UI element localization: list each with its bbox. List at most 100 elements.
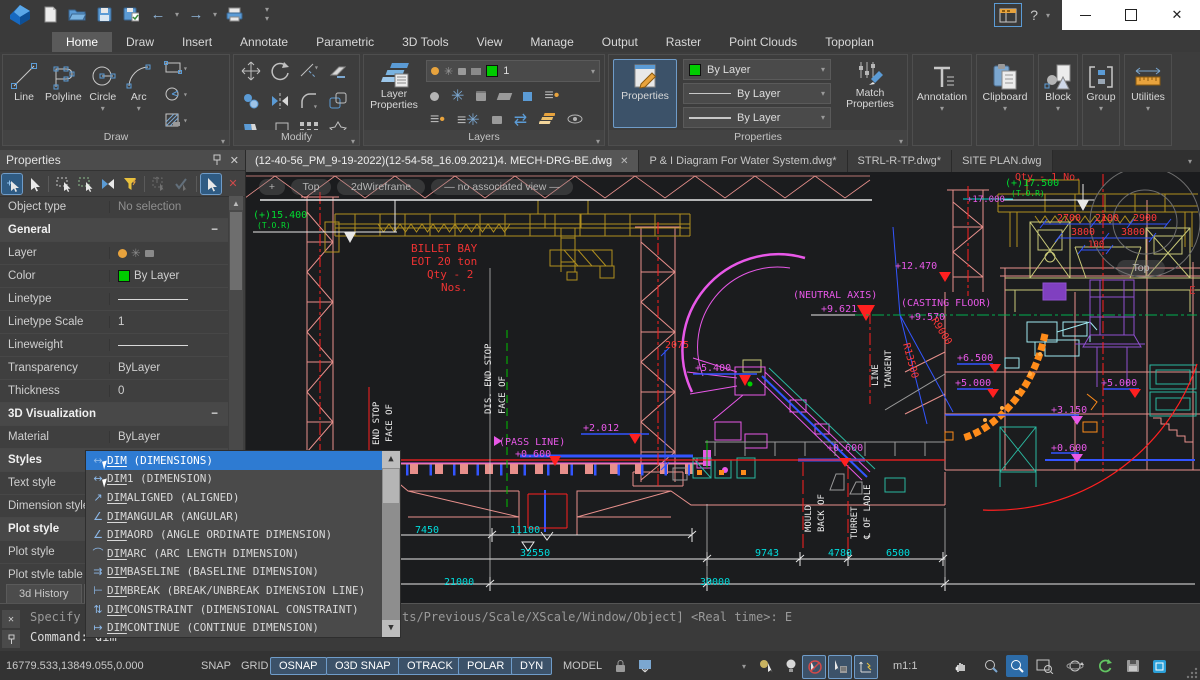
ribbon-panel-annotation[interactable]: Annotation▾: [912, 54, 972, 146]
circle-dropdown-icon[interactable]: ▾: [101, 104, 105, 113]
ribbon-tab-raster[interactable]: Raster: [652, 32, 715, 52]
layer-merge-icon[interactable]: [539, 111, 555, 129]
qat-customize-icon[interactable]: ▾▾: [265, 5, 269, 23]
property-row-transparency[interactable]: TransparencyByLayer: [0, 357, 228, 380]
circle-tool-button[interactable]: Circle ▾: [88, 61, 118, 132]
properties-panel-footer[interactable]: Properties▾: [609, 130, 907, 145]
ribbon-tab-annotate[interactable]: Annotate: [226, 32, 302, 52]
draw-panel-footer[interactable]: Draw▾: [3, 130, 229, 145]
view-pill-[interactable]: +: [259, 179, 285, 195]
layer-unlock-icon[interactable]: [492, 116, 502, 124]
trim-tool-icon[interactable]: ▾: [298, 60, 324, 87]
move-tool-icon[interactable]: [240, 60, 266, 87]
maximize-button[interactable]: [1108, 0, 1154, 30]
status-toggle-otrack[interactable]: OTRACK: [398, 651, 462, 680]
linetype-combo[interactable]: By Layer▾: [683, 83, 831, 104]
layer-select-combo[interactable]: ✳ 1 ▾: [426, 60, 600, 82]
ribbon-tab-draw[interactable]: Draw: [112, 32, 168, 52]
sync-selection-button[interactable]: [149, 174, 169, 194]
ac-scroll-up-icon[interactable]: ▲: [382, 451, 400, 468]
layer-isolate-icon[interactable]: [497, 93, 513, 100]
save-as-icon[interactable]: [121, 4, 141, 24]
property-row-color[interactable]: ColorBy Layer: [0, 265, 228, 288]
ribbon-panel-utilities[interactable]: Utilities▾: [1124, 54, 1172, 146]
ribbon-tab-home[interactable]: Home: [52, 32, 112, 52]
view-pill-top[interactable]: Top: [291, 179, 331, 195]
ribbon-tab-3d-tools[interactable]: 3D Tools: [388, 32, 462, 52]
status-toggle-dyn[interactable]: DYN: [511, 651, 552, 680]
autocomplete-item[interactable]: ⊢DIMBREAK (BREAK/UNBREAK DIMENSION LINE): [86, 581, 382, 600]
property-row-general[interactable]: General−: [0, 219, 228, 242]
apply-selection-button[interactable]: [171, 174, 191, 194]
arc-dropdown-icon[interactable]: ▾: [137, 104, 141, 113]
document-tab[interactable]: STRL-R-TP.dwg*: [848, 150, 953, 172]
undo-dropdown-icon[interactable]: ▾: [175, 10, 179, 19]
ribbon-tab-topoplan[interactable]: Topoplan: [811, 32, 888, 52]
polyline-tool-button[interactable]: Polyline: [45, 61, 82, 132]
quad-cursor-icon[interactable]: [828, 655, 852, 679]
property-value[interactable]: [110, 345, 228, 346]
layer-properties-button[interactable]: Layer Properties: [368, 60, 420, 130]
autocomplete-item[interactable]: ⇉DIMBASELINE (BASELINE DIMENSION): [86, 563, 382, 582]
property-row-thickness[interactable]: Thickness0: [0, 380, 228, 403]
property-row-object-type[interactable]: Object typeNo selection: [0, 196, 228, 219]
tab-overflow-caret[interactable]: ▾: [1180, 150, 1200, 172]
layer-on-all-icon[interactable]: ≡•: [430, 111, 445, 129]
modify-panel-footer[interactable]: Modify▾: [234, 130, 359, 145]
layers-panel-footer[interactable]: Layers▾: [364, 130, 604, 145]
no-selection-mode-icon[interactable]: [802, 655, 826, 679]
document-tab[interactable]: SITE PLAN.dwg: [952, 150, 1052, 172]
tab-close-icon[interactable]: ✕: [620, 156, 628, 167]
ribbon-tab-insert[interactable]: Insert: [168, 32, 226, 52]
property-row-linetype[interactable]: Linetype: [0, 288, 228, 311]
autocomplete-scrollbar[interactable]: ▲ ▼: [382, 451, 400, 637]
property-row-linetype-scale[interactable]: Linetype Scale1: [0, 311, 228, 334]
print-icon[interactable]: [224, 4, 244, 24]
annotation-scale[interactable]: m1:1: [893, 651, 917, 680]
scroll-thumb[interactable]: [230, 212, 242, 290]
ribbon-panel-group[interactable]: Group▾: [1082, 54, 1120, 146]
view-pill-2dwireframe[interactable]: 2dWireframe: [337, 179, 425, 195]
offset-tool-icon[interactable]: [327, 90, 353, 117]
properties-toggle-button[interactable]: Properties: [613, 59, 677, 128]
view-pill-no-associated-view[interactable]: — no associated view —: [431, 179, 573, 195]
property-value[interactable]: 0: [110, 385, 228, 397]
layer-thaw-all-icon[interactable]: ≡✳: [457, 110, 480, 130]
autocomplete-item[interactable]: ⌒DIMARC (ARC LENGTH DIMENSION): [86, 544, 382, 563]
ac-scroll-down-icon[interactable]: ▼: [382, 620, 400, 637]
property-row-material[interactable]: MaterialByLayer: [0, 426, 228, 449]
autocomplete-item[interactable]: ↗DIMALIGNED (ALIGNED): [86, 488, 382, 507]
copy-tool-icon[interactable]: [240, 90, 266, 117]
ribbon-tab-manage[interactable]: Manage: [516, 32, 587, 52]
palette-title-bar[interactable]: Properties ✕: [0, 150, 245, 171]
property-row-3d-visualization[interactable]: 3D Visualization−: [0, 403, 228, 426]
command-pin-icon[interactable]: [2, 630, 20, 648]
zoom-tool-icon[interactable]: [980, 655, 1002, 677]
property-value[interactable]: ByLayer: [110, 431, 228, 443]
swap-selection-button[interactable]: [98, 174, 118, 194]
layer-off-icon[interactable]: [430, 92, 439, 101]
collapse-icon[interactable]: −: [211, 224, 218, 236]
match-properties-button[interactable]: Match Properties: [837, 59, 903, 128]
layer-eye-icon[interactable]: [567, 111, 583, 129]
autocomplete-item[interactable]: ∠DIMANGULAR (ANGULAR): [86, 507, 382, 526]
property-value[interactable]: 1: [110, 316, 228, 328]
palette-tab-3d-history[interactable]: 3d History: [6, 584, 82, 603]
status-toggle-osnap[interactable]: OSNAP: [270, 651, 327, 680]
document-tab[interactable]: P & I Diagram For Water System.dwg*: [639, 150, 847, 172]
line-tool-button[interactable]: Line: [9, 61, 39, 132]
hide-objects-icon[interactable]: [780, 655, 802, 677]
help-button[interactable]: ?: [1030, 7, 1038, 23]
ac-scroll-thumb[interactable]: [383, 469, 399, 503]
status-toggle-o3d-snap[interactable]: O3D SNAP: [326, 651, 400, 680]
ribbon-panel-clipboard[interactable]: Clipboard▾: [976, 54, 1034, 146]
undo-icon[interactable]: ←: [148, 4, 168, 24]
select-button[interactable]: [24, 174, 44, 194]
model-space-button[interactable]: MODEL: [563, 651, 602, 680]
ribbon-panel-block[interactable]: Block▾: [1038, 54, 1078, 146]
lock-ui-icon[interactable]: [610, 655, 632, 677]
open-file-icon[interactable]: [67, 4, 87, 24]
property-row-layer[interactable]: Layer✳: [0, 242, 228, 265]
palette-close-icon[interactable]: ✕: [230, 154, 239, 167]
layer-state-icon[interactable]: [523, 92, 532, 101]
